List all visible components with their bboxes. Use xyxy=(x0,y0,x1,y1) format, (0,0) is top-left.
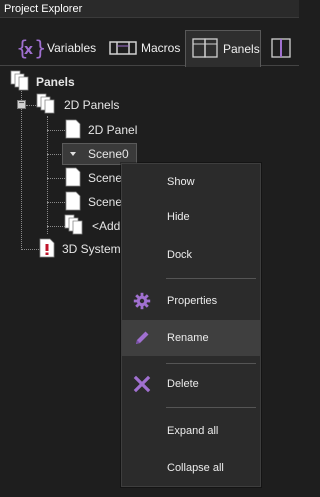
menu-item-label: Dock xyxy=(167,249,193,261)
tree-item-scene[interactable]: Scene xyxy=(64,191,122,213)
tree-item-2d-panels[interactable]: 2D Panels xyxy=(36,93,120,118)
tab-more[interactable] xyxy=(268,30,298,66)
variables-icon: { x } xyxy=(14,33,44,63)
menu-item-label: Properties xyxy=(167,295,218,307)
svg-text:x: x xyxy=(24,42,33,58)
svg-text:}: } xyxy=(34,36,44,60)
tab-panels-label: Panels xyxy=(223,42,260,56)
tree-connector xyxy=(47,154,63,155)
delete-x-icon xyxy=(132,374,152,394)
tree-connector xyxy=(47,178,65,179)
pencil-icon xyxy=(132,328,152,348)
tab-variables-label: Variables xyxy=(47,41,97,55)
menu-item-label: Delete xyxy=(167,378,199,390)
tab-panels[interactable]: Panels xyxy=(185,30,261,67)
menu-item-rename[interactable]: Rename xyxy=(122,320,260,356)
tree-connector xyxy=(47,226,65,227)
tree-item-label: Scene xyxy=(88,171,123,185)
tree-root-label: Panels xyxy=(36,75,75,89)
panel-doc-icon xyxy=(64,167,82,190)
collapse-toggle[interactable]: − xyxy=(17,99,26,109)
menu-item-label: Expand all xyxy=(167,425,219,437)
panels-folder-icon xyxy=(10,70,32,95)
tree-connector xyxy=(21,88,22,248)
tree-item-label: 3D System xyxy=(62,242,121,256)
menu-item-show[interactable]: Show xyxy=(122,164,260,200)
panel-doc-icon xyxy=(64,119,82,142)
tab-bar: { x } Variables Macros Panels xyxy=(0,30,299,67)
context-menu: Show Hide Dock Properties Rename Delete … xyxy=(121,163,261,487)
gear-icon xyxy=(132,291,152,311)
menu-item-label: Collapse all xyxy=(167,462,224,474)
tree-root-panels[interactable]: Panels xyxy=(10,70,75,95)
menu-item-collapse-all[interactable]: Collapse all xyxy=(122,450,260,486)
panel-group-icon xyxy=(36,93,58,118)
menu-item-label: Hide xyxy=(167,211,190,223)
tree-item-label: Scene0 xyxy=(88,147,129,161)
tree-connector xyxy=(47,202,65,203)
macros-icon xyxy=(108,36,138,60)
panel-doc-icon xyxy=(64,191,82,214)
tree-item-scene[interactable]: Scene xyxy=(64,167,122,189)
tree-item-label: 2D Panels xyxy=(64,98,120,112)
menu-separator xyxy=(166,407,256,408)
tree-connector xyxy=(47,130,65,131)
menu-item-properties[interactable]: Properties xyxy=(122,283,260,319)
tree-item-label: Scene xyxy=(88,195,123,209)
tree-item-add-panel[interactable]: <Add xyxy=(64,214,121,239)
tree-item-label: 2D Panel xyxy=(88,123,138,137)
menu-item-expand-all[interactable]: Expand all xyxy=(122,413,260,449)
tab-variables[interactable]: { x } Variables xyxy=(14,30,112,66)
tree-item-3d-system[interactable]: 3D System xyxy=(38,238,121,260)
panel-warning-icon xyxy=(38,238,56,261)
tree-item-scene0[interactable]: Scene0 xyxy=(64,143,129,165)
window-title: Project Explorer xyxy=(0,0,299,18)
menu-item-dock[interactable]: Dock xyxy=(122,237,260,273)
menu-item-hide[interactable]: Hide xyxy=(122,199,260,235)
menu-item-delete[interactable]: Delete xyxy=(122,366,260,402)
add-panel-icon xyxy=(64,214,86,239)
tree-item-2d-panel[interactable]: 2D Panel xyxy=(64,119,137,141)
menu-item-label: Rename xyxy=(167,332,209,344)
menu-separator xyxy=(166,363,256,364)
tree-item-label: <Add xyxy=(92,219,121,233)
tree-connector xyxy=(21,249,39,250)
menu-item-label: Show xyxy=(167,176,195,188)
tab-macros[interactable]: Macros xyxy=(108,30,184,66)
panels-icon xyxy=(190,36,220,62)
menu-separator xyxy=(166,278,256,279)
dropdown-arrow-icon[interactable] xyxy=(64,151,82,157)
tab-macros-label: Macros xyxy=(141,41,181,55)
tree-connector xyxy=(47,116,48,234)
more-tab-icon xyxy=(268,35,296,61)
